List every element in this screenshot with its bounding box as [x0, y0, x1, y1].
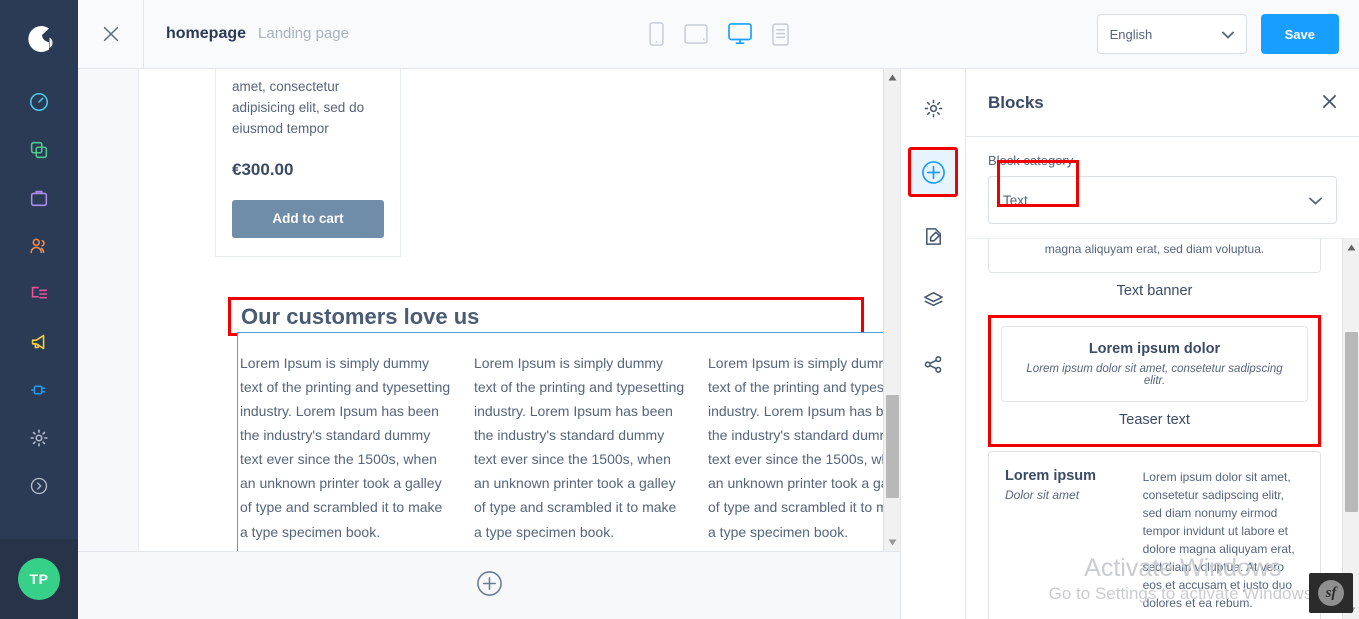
form-icon[interactable] — [771, 22, 789, 46]
blocks-scrollbar[interactable] — [1342, 239, 1359, 619]
blocks-panel: Blocks Block category Text magna aliquya… — [966, 69, 1359, 619]
product-description: amet, consectetur adipisicing elit, sed … — [232, 79, 365, 136]
body-row: amet, consectetur adipisicing elit, sed … — [78, 69, 1359, 619]
tool-share-icon[interactable] — [908, 339, 958, 389]
blocks-list[interactable]: diam nonumy eirmod tempor invidunt ut la… — [966, 239, 1359, 619]
product-card[interactable]: amet, consectetur adipisicing elit, sed … — [215, 69, 401, 257]
scroll-up-arrow-icon[interactable] — [1343, 239, 1359, 256]
avatar[interactable]: TP — [18, 558, 60, 600]
save-button[interactable]: Save — [1260, 14, 1339, 54]
block-preview-text: diam nonumy eirmod tempor invidunt ut la… — [1044, 242, 1265, 256]
blocks-list-scroller: diam nonumy eirmod tempor invidunt ut la… — [988, 239, 1321, 619]
block-category-select[interactable]: Text — [988, 160, 1337, 224]
close-icon[interactable] — [78, 0, 144, 68]
sidebar-item-content[interactable] — [0, 270, 78, 318]
block-label: Teaser text — [1119, 412, 1190, 428]
device-preview-switcher — [648, 22, 789, 46]
symfony-profiler-badge[interactable]: sf — [1309, 573, 1353, 613]
blocks-scroll-thumb[interactable] — [1344, 332, 1358, 513]
canvas-scroll-track[interactable] — [884, 86, 901, 534]
block-category-field: Block category Text — [966, 137, 1359, 239]
testimonial-text: Lorem Ipsum is simply dummy text of the … — [708, 355, 900, 540]
tool-edit-icon[interactable] — [908, 211, 958, 261]
blocks-panel-header: Blocks — [966, 69, 1359, 137]
testimonial-text: Lorem Ipsum is simply dummy text of the … — [474, 355, 685, 540]
testimonial-column[interactable]: Lorem Ipsum is simply dummy text of the … — [708, 351, 900, 551]
heading-block[interactable]: Our customers love us — [228, 297, 864, 336]
main-column: homepage Landing page English Save amet,… — [78, 0, 1359, 619]
sidebar-items — [0, 78, 78, 510]
block-preview: Lorem ipsum Dolor sit amet Lorem ipsum d… — [988, 451, 1321, 619]
topbar-actions: English Save — [1096, 14, 1359, 54]
sidebar-item-dashboard[interactable] — [0, 78, 78, 126]
block-item-teaser-text[interactable]: Lorem ipsum dolor Lorem ipsum dolor sit … — [988, 315, 1321, 447]
testimonial-text: Lorem Ipsum is simply dummy text of the … — [240, 355, 451, 540]
add-section-bar — [78, 551, 900, 619]
testimonial-column[interactable]: Lorem Ipsum is simply dummy text of the … — [238, 351, 474, 551]
shopware-logo[interactable] — [0, 0, 78, 78]
sidebar-item-help[interactable] — [0, 462, 78, 510]
breadcrumb: homepage Landing page — [144, 25, 349, 43]
blocks-scroll-track[interactable] — [1343, 256, 1359, 602]
block-preview-heading: Lorem ipsum — [1005, 468, 1097, 484]
sidebar-item-orders[interactable] — [0, 174, 78, 222]
block-preview-left: Lorem ipsum Dolor sit amet — [1005, 468, 1125, 612]
scroll-up-arrow-icon[interactable] — [884, 69, 901, 86]
page-canvas: amet, consectetur adipisicing elit, sed … — [78, 69, 900, 619]
block-preview: Lorem ipsum dolor Lorem ipsum dolor sit … — [1001, 326, 1308, 402]
block-preview: diam nonumy eirmod tempor invidunt ut la… — [988, 239, 1321, 273]
heading-text: Our customers love us — [241, 303, 480, 329]
chevron-down-icon — [1221, 27, 1234, 42]
sidebar-item-marketing[interactable] — [0, 318, 78, 366]
add-to-cart-button[interactable]: Add to cart — [232, 199, 384, 238]
sidebar-item-customers[interactable] — [0, 222, 78, 270]
block-preview-text: Lorem ipsum dolor sit amet, consetetur s… — [1026, 363, 1283, 387]
block-category-value: Text — [1003, 192, 1028, 208]
canvas-scroll-area: amet, consectetur adipisicing elit, sed … — [78, 69, 900, 551]
scroll-down-arrow-icon[interactable] — [884, 534, 901, 551]
page-title: homepage — [166, 25, 247, 42]
tool-settings-icon[interactable] — [908, 83, 958, 133]
block-preview-subheading: Dolor sit amet — [1005, 488, 1080, 502]
sidebar-item-catalogues[interactable] — [0, 126, 78, 174]
block-item-text-banner[interactable]: diam nonumy eirmod tempor invidunt ut la… — [988, 239, 1321, 311]
testimonial-section[interactable]: Lorem Ipsum is simply dummy text of the … — [237, 332, 900, 551]
sidebar-footer: TP — [0, 539, 78, 619]
language-value: English — [1109, 26, 1153, 42]
canvas-scrollbar[interactable] — [883, 69, 900, 551]
testimonial-column[interactable]: Lorem Ipsum is simply dummy text of the … — [474, 351, 708, 551]
block-item-text[interactable]: Lorem ipsum Dolor sit amet Lorem ipsum d… — [988, 451, 1321, 619]
page-designer-screen: TP homepage Landing page English Save am… — [0, 0, 1359, 619]
canvas-left-gutter — [78, 69, 138, 551]
desktop-icon[interactable] — [727, 23, 752, 45]
tool-layers-icon[interactable] — [908, 275, 958, 325]
tool-add-blocks-icon[interactable] — [908, 147, 958, 197]
mobile-icon[interactable] — [648, 22, 664, 46]
symfony-logo: sf — [1318, 580, 1344, 606]
block-category-label: Block category — [988, 153, 1074, 168]
sidebar-item-settings[interactable] — [0, 414, 78, 462]
plus-circle-icon[interactable] — [476, 570, 503, 602]
chevron-down-icon — [1309, 193, 1322, 208]
main-sidebar: TP — [0, 0, 78, 619]
tablet-icon[interactable] — [683, 24, 708, 44]
close-icon[interactable] — [1322, 93, 1337, 113]
product-price: €300.00 — [232, 159, 294, 179]
tool-rail — [900, 69, 966, 619]
block-preview-heading: Lorem ipsum dolor — [1088, 341, 1221, 357]
sidebar-item-extensions[interactable] — [0, 366, 78, 414]
topbar: homepage Landing page English Save — [78, 0, 1359, 69]
canvas-scroll-thumb[interactable] — [885, 395, 899, 499]
blocks-panel-title: Blocks — [988, 92, 1044, 112]
block-label: Text banner — [1116, 283, 1193, 299]
language-select[interactable]: English — [1096, 14, 1247, 54]
page-subtitle: Landing page — [258, 25, 349, 42]
block-preview-text: Lorem ipsum dolor sit amet, consetetur s… — [1142, 470, 1295, 610]
